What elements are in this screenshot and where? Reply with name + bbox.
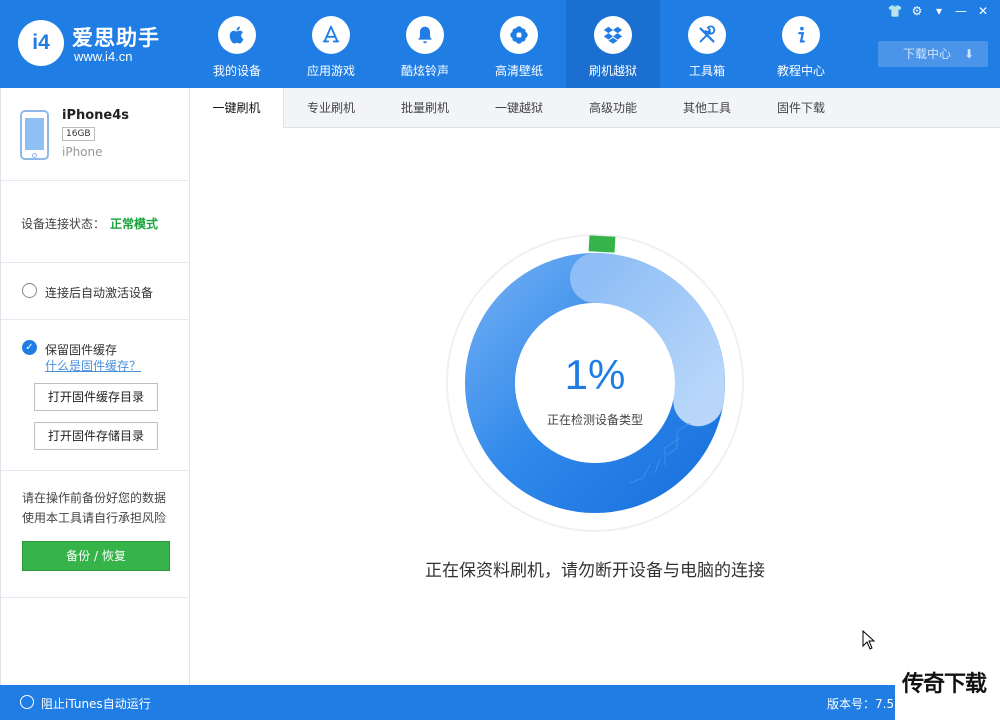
version-label: 版本号：7.53 bbox=[827, 697, 902, 711]
auto-activate-option: 连接后自动激活设备 bbox=[1, 263, 190, 320]
tab-one-click-flash[interactable]: 一键刷机 bbox=[190, 88, 284, 129]
auto-activate-label[interactable]: 连接后自动激活设备 bbox=[45, 284, 153, 301]
tab-batch-flash[interactable]: 批量刷机 bbox=[378, 88, 472, 128]
keep-cache-label[interactable]: 保留固件缓存 bbox=[45, 341, 117, 358]
nav-label: 我的设备 bbox=[212, 64, 261, 78]
nav-apps-games[interactable]: 应用游戏 bbox=[284, 0, 378, 88]
nav-label: 教程中心 bbox=[776, 64, 825, 78]
nav-my-device[interactable]: 我的设备 bbox=[190, 0, 284, 88]
device-panel: iPhone4s 16GB iPhone bbox=[1, 88, 190, 181]
main-panel: 1% 正在检测设备类型 正在保资料刷机，请勿断开设备与电脑的连接 bbox=[190, 128, 1000, 685]
download-center-button[interactable]: 下载中心 ⬇ bbox=[878, 41, 988, 67]
logo-mark: i4 bbox=[18, 20, 64, 66]
progress-ring: 1% 正在检测设备类型 bbox=[445, 233, 745, 533]
nav-label: 应用游戏 bbox=[306, 64, 355, 78]
tools-icon bbox=[688, 16, 726, 54]
nav-wallpapers[interactable]: 高清壁纸 bbox=[472, 0, 566, 88]
auto-activate-radio[interactable] bbox=[22, 283, 37, 298]
open-storage-dir-button[interactable]: 打开固件存储目录 bbox=[34, 422, 158, 450]
device-name: iPhone4s bbox=[62, 108, 130, 123]
apple-icon bbox=[218, 16, 256, 54]
nav-label: 高清壁纸 bbox=[494, 64, 543, 78]
nav-toolbox[interactable]: 工具箱 bbox=[660, 0, 754, 88]
nav-label: 工具箱 bbox=[688, 64, 725, 78]
download-icon: ⬇ bbox=[963, 47, 974, 61]
nav-ringtones[interactable]: 酷炫铃声 bbox=[378, 0, 472, 88]
nav-label: 酷炫铃声 bbox=[400, 64, 449, 78]
tab-advanced[interactable]: 高级功能 bbox=[566, 88, 660, 128]
flower-icon bbox=[500, 16, 538, 54]
open-cache-dir-button[interactable]: 打开固件缓存目录 bbox=[34, 383, 158, 411]
tab-bar: 一键刷机 专业刷机 批量刷机 一键越狱 高级功能 其他工具 固件下载 bbox=[190, 88, 1000, 129]
status-value: 正常模式 bbox=[110, 217, 159, 231]
dropbox-icon bbox=[594, 16, 632, 54]
tab-firmware-download[interactable]: 固件下载 bbox=[754, 88, 848, 128]
watermark: 传奇下载 bbox=[895, 662, 1000, 720]
backup-restore-button[interactable]: 备份 / 恢复 bbox=[22, 541, 170, 571]
keep-cache-checkbox[interactable]: ✓ bbox=[22, 340, 37, 355]
app-store-icon bbox=[312, 16, 350, 54]
minimize-icon[interactable]: — bbox=[950, 2, 972, 20]
progress-marker bbox=[588, 235, 616, 253]
warning-line-2: 使用本工具请自行承担风险 bbox=[22, 511, 167, 525]
connection-status: 设备连接状态： 正常模式 bbox=[1, 181, 190, 263]
watermark-text: 传奇下载 bbox=[902, 672, 987, 697]
close-icon[interactable]: ✕ bbox=[972, 2, 994, 20]
menu-icon[interactable]: ▾ bbox=[928, 2, 950, 20]
status-label: 设备连接状态： bbox=[21, 217, 106, 231]
backup-warning: 请在操作前备份好您的数据 使用本工具请自行承担风险 备份 / 恢复 bbox=[1, 471, 190, 598]
what-is-cache-link[interactable]: 什么是固件缓存？ bbox=[45, 357, 141, 374]
block-itunes-radio[interactable] bbox=[20, 695, 34, 709]
shirt-icon[interactable]: 👕 bbox=[884, 2, 906, 20]
block-itunes-label[interactable]: 阻止iTunes自动运行 bbox=[41, 695, 151, 712]
top-bar: i4 爱思助手 www.i4.cn 我的设备 应用游戏 酷炫铃声 高清壁纸 刷机… bbox=[0, 0, 1000, 88]
info-icon bbox=[782, 16, 820, 54]
tab-pro-flash[interactable]: 专业刷机 bbox=[284, 88, 378, 128]
bell-icon bbox=[406, 16, 444, 54]
flash-status-message: 正在保资料刷机，请勿断开设备与电脑的连接 bbox=[425, 561, 765, 581]
nav-tutorials[interactable]: 教程中心 bbox=[754, 0, 848, 88]
mouse-cursor-icon bbox=[862, 630, 876, 650]
download-center-label: 下载中心 bbox=[903, 47, 952, 61]
logo-url: www.i4.cn bbox=[74, 49, 133, 64]
gear-icon[interactable]: ⚙ bbox=[906, 2, 928, 20]
nav-flash-jailbreak[interactable]: 刷机越狱 bbox=[566, 0, 660, 88]
tab-one-click-jailbreak[interactable]: 一键越狱 bbox=[472, 88, 566, 128]
tab-other-tools[interactable]: 其他工具 bbox=[660, 88, 754, 128]
phone-icon bbox=[20, 110, 49, 160]
app-logo: i4 爱思助手 www.i4.cn bbox=[18, 18, 178, 68]
device-type: iPhone bbox=[62, 145, 103, 159]
logo-title: 爱思助手 bbox=[72, 26, 160, 50]
nav-label: 刷机越狱 bbox=[588, 64, 637, 78]
status-bar: 阻止iTunes自动运行 版本号：7.53 bbox=[0, 685, 1000, 720]
firmware-cache-option: ✓ 保留固件缓存 什么是固件缓存？ 打开固件缓存目录 打开固件存储目录 bbox=[1, 320, 190, 471]
warning-line-1: 请在操作前备份好您的数据 bbox=[22, 491, 167, 505]
progress-substatus: 正在检测设备类型 bbox=[546, 413, 643, 427]
device-capacity-badge: 16GB bbox=[62, 127, 95, 141]
main-nav: 我的设备 应用游戏 酷炫铃声 高清壁纸 刷机越狱 工具箱 教程中心 bbox=[190, 0, 848, 88]
sidebar: iPhone4s 16GB iPhone 设备连接状态： 正常模式 连接后自动激… bbox=[0, 88, 190, 685]
progress-percent: 1% bbox=[564, 351, 626, 398]
window-controls: 👕 ⚙ ▾ — ✕ bbox=[884, 2, 994, 20]
